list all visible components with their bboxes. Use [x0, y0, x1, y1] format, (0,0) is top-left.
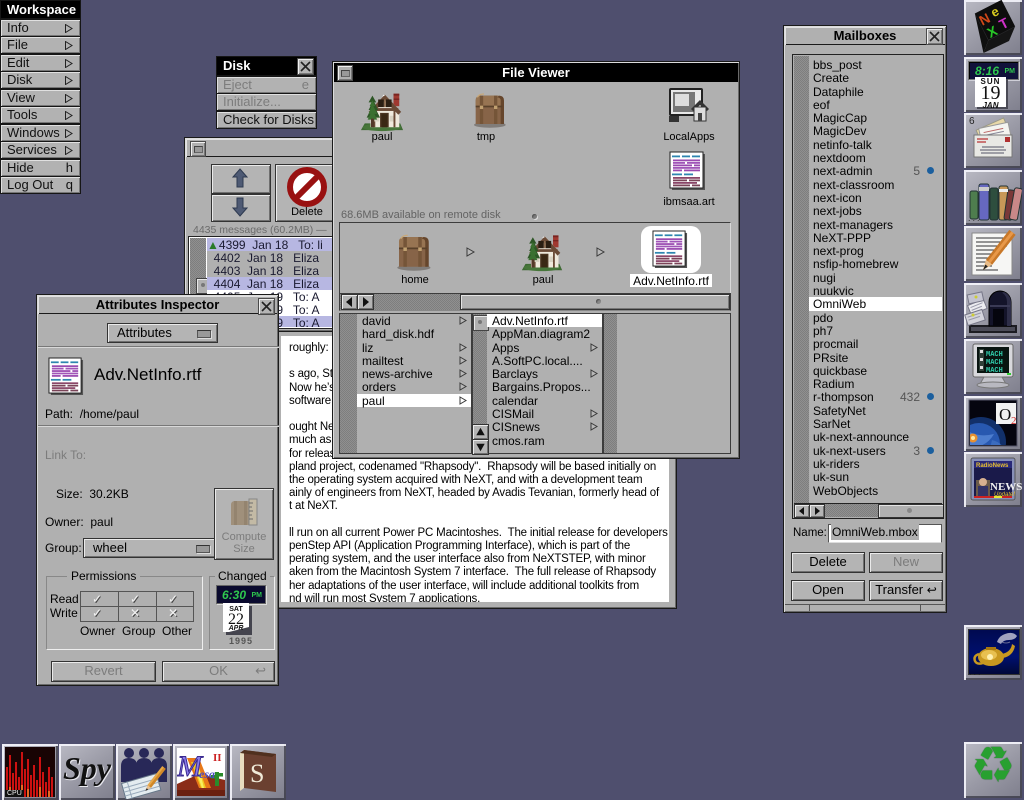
svg-text:II: II: [213, 752, 222, 764]
svg-text:MACH: MACH: [986, 367, 1003, 375]
svg-text:MACH: MACH: [986, 359, 1003, 367]
svg-text:S: S: [250, 759, 264, 788]
svg-text:O: O: [999, 405, 1011, 424]
svg-text:MACH: MACH: [986, 351, 1003, 359]
svg-text:esa: esa: [199, 767, 215, 781]
svg-text:APR: APR: [228, 625, 244, 632]
svg-text:RadioNews: RadioNews: [976, 463, 1009, 469]
svg-text:2: 2: [1011, 415, 1017, 427]
